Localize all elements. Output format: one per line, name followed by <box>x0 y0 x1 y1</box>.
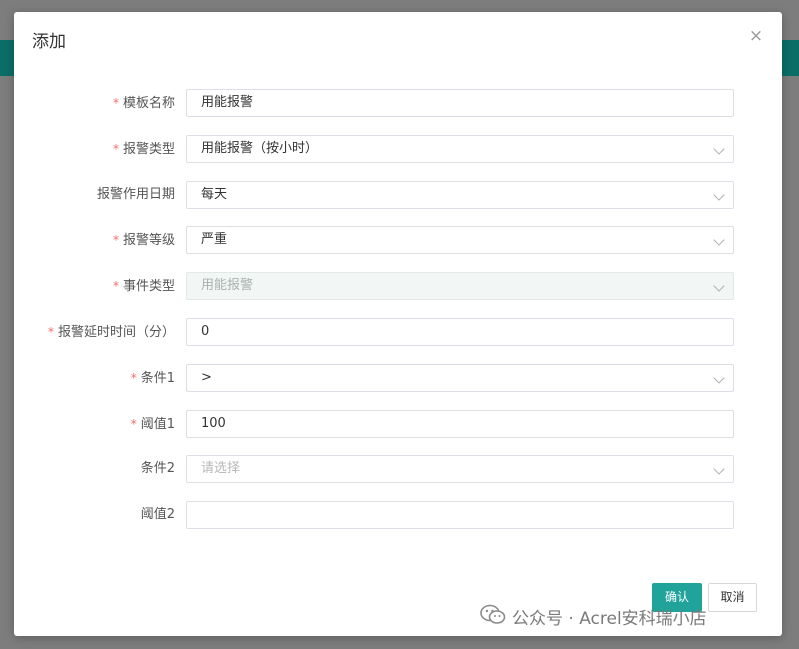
form-label-text: 模板名称 <box>122 96 175 111</box>
form-label: 条件2 <box>141 455 175 483</box>
required-mark: * <box>130 371 137 385</box>
form-label: * 阈值1 <box>131 410 175 438</box>
chevron-down-icon <box>713 143 725 155</box>
form-row: * 条件1 > <box>14 364 782 392</box>
field-value: 严重 <box>201 232 228 247</box>
form-row: * 报警类型 用能报警（按小时） <box>14 135 782 163</box>
chevron-down-icon <box>713 234 725 246</box>
close-icon[interactable]: × <box>748 28 764 45</box>
field-value: 用能报警（按小时） <box>201 141 319 156</box>
text-input[interactable]: 0 <box>186 318 734 346</box>
field-value: 用能报警 <box>201 278 254 293</box>
form-label: * 报警类型 <box>113 135 175 163</box>
select-field: 用能报警 <box>186 272 734 300</box>
field-value: 每天 <box>201 187 228 202</box>
form-label: 阈值2 <box>141 501 175 529</box>
form-row: * 阈值1 100 <box>14 410 782 438</box>
form-label: * 条件1 <box>131 364 175 392</box>
form-label: 报警作用日期 <box>97 181 175 209</box>
form-label-text: 报警作用日期 <box>96 187 175 202</box>
select-field[interactable]: > <box>186 364 734 392</box>
form-row: * 模板名称 用能报警 <box>14 89 782 117</box>
chevron-down-icon <box>713 189 725 201</box>
required-mark: * <box>130 417 137 431</box>
form-row: * 事件类型 用能报警 <box>14 272 782 300</box>
cancel-button[interactable]: 取消 <box>708 583 757 612</box>
chevron-down-icon <box>713 463 725 475</box>
select-field[interactable]: 每天 <box>186 181 734 209</box>
form-row: 阈值2 <box>14 501 782 529</box>
form-label-text: 事件类型 <box>122 279 175 294</box>
required-mark: * <box>47 325 54 339</box>
form-row: 条件2 请选择 <box>14 455 782 483</box>
add-dialog: 添加 × * 模板名称 用能报警 * 报警类型 用能报警（按小时） 报警作用日期 每天 * 报警等… <box>14 12 782 636</box>
form-row: * 报警等级 严重 <box>14 226 782 254</box>
watermark: 公众号 · Acrel安科瑞小店 <box>480 604 707 630</box>
form-label: * 报警延时时间（分） <box>48 318 175 346</box>
form-label-text: 报警等级 <box>122 233 175 248</box>
select-field[interactable]: 请选择 <box>186 455 734 483</box>
text-input[interactable]: 100 <box>186 410 734 438</box>
text-input[interactable] <box>186 501 734 529</box>
chevron-down-icon <box>713 372 725 384</box>
form-label: * 报警等级 <box>113 226 175 254</box>
chevron-down-icon <box>713 280 725 292</box>
select-field[interactable]: 严重 <box>186 226 734 254</box>
required-mark: * <box>112 279 119 293</box>
select-field[interactable]: 用能报警（按小时） <box>186 135 734 163</box>
watermark-text: 公众号 · Acrel安科瑞小店 <box>512 609 707 629</box>
form-label-text: 阈值1 <box>140 417 175 432</box>
form-row: * 报警延时时间（分） 0 <box>14 318 782 346</box>
field-placeholder: 请选择 <box>201 461 241 476</box>
dialog-title: 添加 <box>32 32 66 52</box>
field-value: 用能报警 <box>201 95 254 110</box>
required-mark: * <box>112 233 119 247</box>
form-label: * 事件类型 <box>113 272 175 300</box>
required-mark: * <box>112 96 119 110</box>
field-value: 100 <box>201 416 226 431</box>
field-value: 0 <box>201 324 210 339</box>
form-label-text: 条件2 <box>140 461 175 476</box>
form-label: * 模板名称 <box>113 89 175 117</box>
text-input[interactable]: 用能报警 <box>186 89 734 117</box>
field-value: > <box>201 370 212 385</box>
form-label-text: 条件1 <box>140 371 175 386</box>
form-label-text: 报警类型 <box>122 142 175 157</box>
form-label-text: 报警延时时间（分） <box>57 325 175 340</box>
required-mark: * <box>112 142 119 156</box>
form-row: 报警作用日期 每天 <box>14 181 782 209</box>
form-label-text: 阈值2 <box>140 507 175 522</box>
wechat-icon <box>480 604 506 634</box>
